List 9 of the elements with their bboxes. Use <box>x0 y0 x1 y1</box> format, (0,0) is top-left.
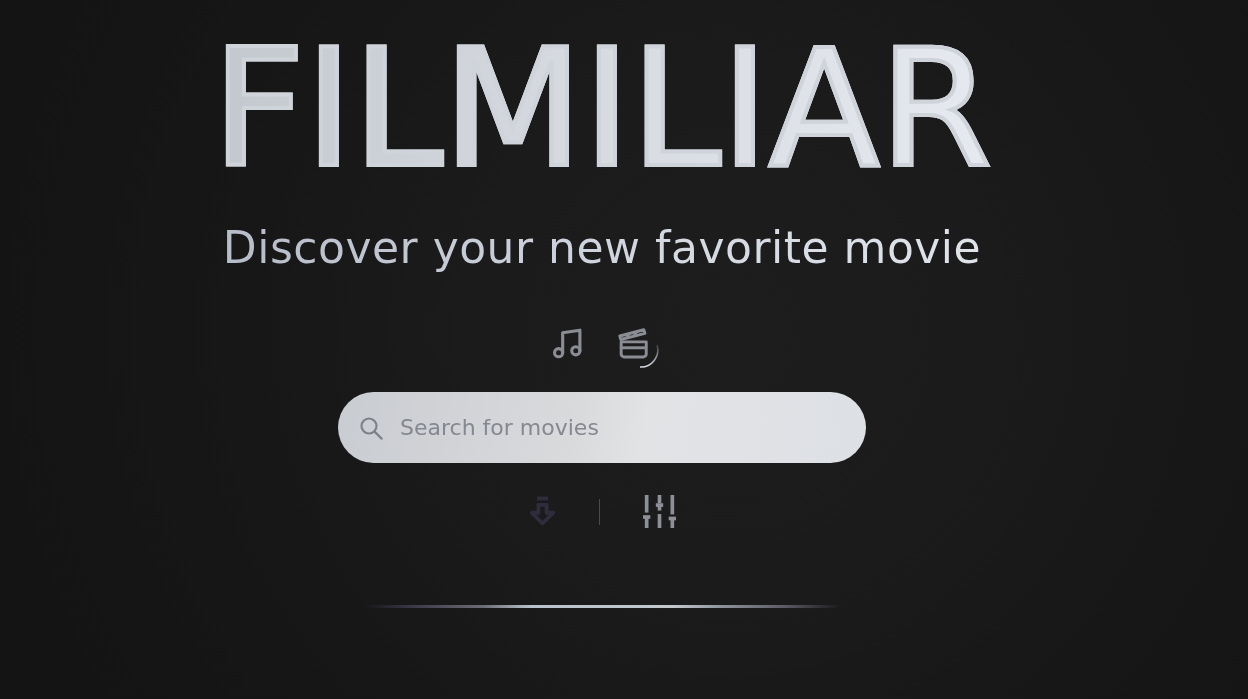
clapperboard-icon <box>618 328 650 360</box>
filters-button[interactable] <box>641 495 677 529</box>
search-icon <box>359 416 383 441</box>
film-mode-button[interactable] <box>618 326 660 369</box>
music-note-icon <box>552 328 584 360</box>
down-arrow-icon <box>527 496 557 528</box>
arc-icon <box>639 344 659 369</box>
sliders-icon <box>641 495 677 529</box>
search-field[interactable]: Search for movies <box>338 392 866 464</box>
